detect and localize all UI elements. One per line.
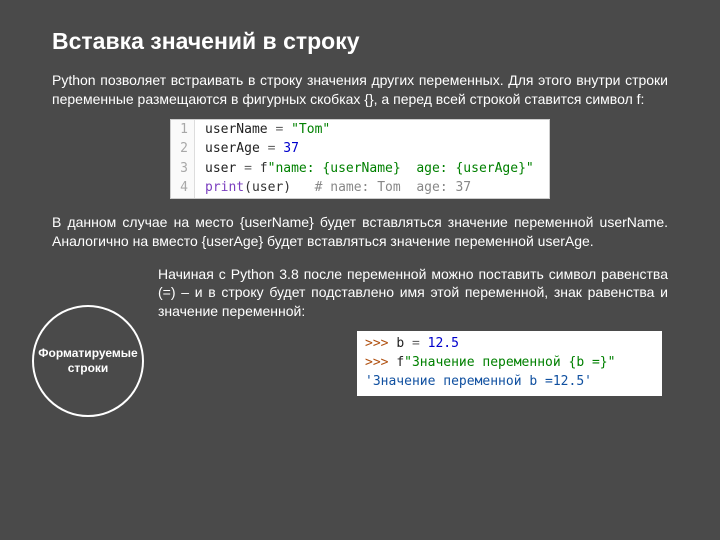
intro-paragraph: Python позволяет встраивать в строку зна… — [52, 71, 668, 109]
python38-paragraph: Начиная с Python 3.8 после переменной мо… — [158, 265, 668, 322]
explanation-paragraph: В данном случае на место {userName} буде… — [52, 213, 668, 251]
code-example-2: >>> b = 12.5 >>> f"Значение переменной {… — [357, 331, 662, 396]
code-example-1: 1 userName = "Tom" 2 userAge = 37 3 user… — [170, 119, 550, 199]
line-number: 1 — [171, 120, 195, 140]
line-number: 2 — [171, 139, 195, 159]
line-number: 4 — [171, 178, 195, 198]
badge-line2: строки — [68, 361, 109, 375]
page-title: Вставка значений в строку — [52, 28, 668, 55]
line-number: 3 — [171, 159, 195, 179]
topic-badge: Форматируемые строки — [32, 305, 144, 417]
badge-line1: Форматируемые — [38, 346, 137, 360]
